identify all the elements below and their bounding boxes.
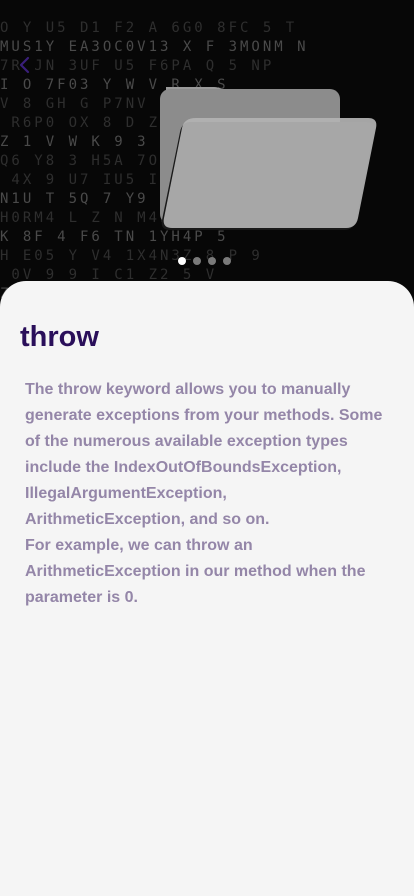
lesson-paragraph: For example, we can throw an ArithmeticE… — [25, 537, 366, 606]
lesson-title: throw — [20, 321, 99, 353]
pager-dot[interactable] — [208, 257, 216, 265]
back-button[interactable] — [14, 54, 36, 76]
lesson-paragraph: The throw keyword allows you to manually… — [25, 381, 383, 528]
pager-dot[interactable] — [193, 257, 201, 265]
content-card: throw The throw keyword allows you to ma… — [0, 281, 414, 896]
pager-dot[interactable] — [223, 257, 231, 265]
pager-dot[interactable] — [178, 257, 186, 265]
pager-dots — [178, 257, 231, 267]
folder-icon — [160, 87, 377, 230]
lesson-body: The throw keyword allows you to manually… — [25, 377, 385, 611]
chevron-left-icon — [19, 56, 30, 74]
hero-banner: O Y U5 D1 F2 A 6G0 8FC 5 T MUS1Y EA3OC0V… — [0, 0, 414, 320]
